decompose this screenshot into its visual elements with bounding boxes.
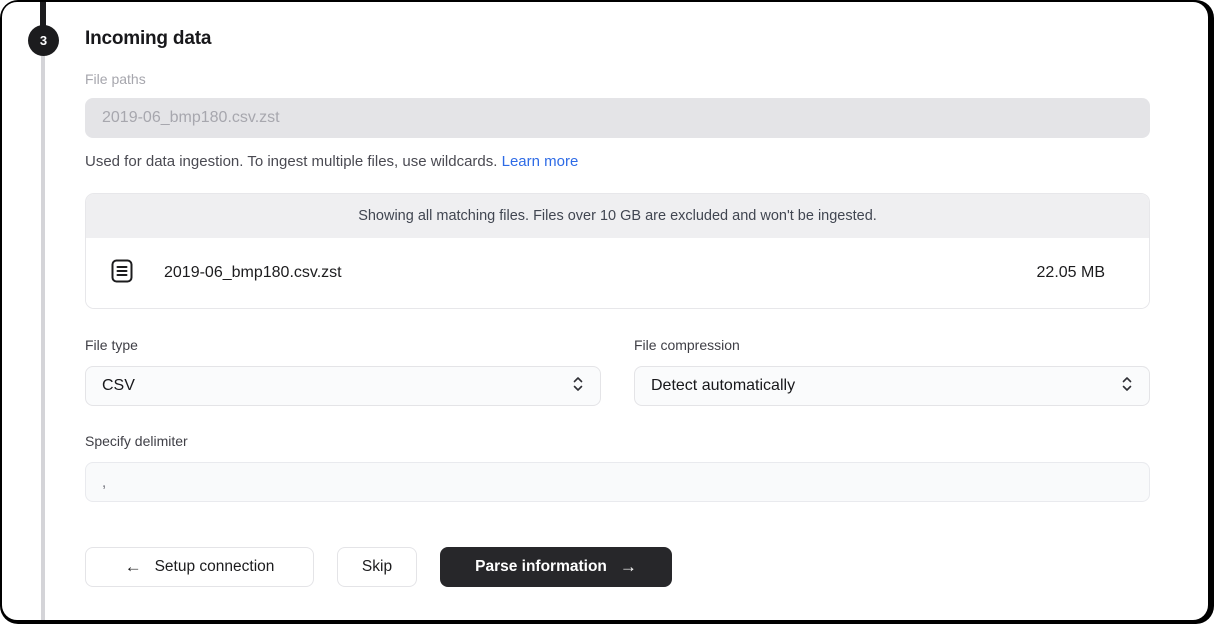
learn-more-link[interactable]: Learn more [502, 153, 579, 170]
matching-files-header: Showing all matching files. Files over 1… [86, 194, 1149, 238]
file-type-value: CSV [102, 377, 135, 395]
screenshot-frame: 3 Incoming data File paths 2019-06_bmp18… [0, 0, 1214, 624]
step-number-badge: 3 [28, 25, 59, 56]
arrow-left-icon: ← [125, 557, 142, 577]
wizard-step-panel: 3 Incoming data File paths 2019-06_bmp18… [2, 2, 1208, 620]
arrow-right-icon: → [620, 557, 637, 577]
file-type-select[interactable]: CSV [85, 366, 601, 406]
skip-label: Skip [362, 558, 392, 576]
setup-connection-label: Setup connection [155, 558, 275, 576]
file-paths-value: 2019-06_bmp180.csv.zst [102, 109, 280, 127]
matching-files-panel: Showing all matching files. Files over 1… [85, 193, 1150, 309]
delimiter-value: , [102, 474, 106, 491]
file-compression-select[interactable]: Detect automatically [634, 366, 1150, 406]
file-compression-field: File compression Detect automatically [634, 337, 1150, 406]
setup-connection-button[interactable]: ← Setup connection [85, 547, 314, 587]
step-number: 3 [40, 33, 47, 48]
file-size: 22.05 MB [1037, 264, 1105, 282]
incoming-data-form: Incoming data File paths 2019-06_bmp180.… [85, 28, 1150, 587]
chevron-updown-icon [1121, 376, 1133, 397]
file-type-label: File type [85, 337, 601, 353]
file-name: 2019-06_bmp180.csv.zst [164, 264, 342, 282]
file-paths-input[interactable]: 2019-06_bmp180.csv.zst [85, 98, 1150, 138]
delimiter-field: Specify delimiter , [85, 433, 1150, 502]
file-paths-label: File paths [85, 71, 1150, 87]
parse-information-label: Parse information [475, 558, 607, 576]
file-compression-label: File compression [634, 337, 1150, 353]
file-type-field: File type CSV [85, 337, 601, 406]
parse-information-button[interactable]: Parse information → [440, 547, 672, 587]
page-title: Incoming data [85, 28, 1150, 50]
wizard-actions: ← Setup connection Skip Parse informatio… [85, 547, 1150, 587]
delimiter-input[interactable]: , [85, 462, 1150, 502]
stepper-rail [41, 2, 45, 620]
format-options-row: File type CSV File compression [85, 337, 1150, 406]
chevron-updown-icon [572, 376, 584, 397]
file-icon [111, 258, 133, 289]
skip-button[interactable]: Skip [337, 547, 417, 587]
file-compression-value: Detect automatically [651, 377, 795, 395]
file-paths-helper: Used for data ingestion. To ingest multi… [85, 153, 1150, 170]
helper-text: Used for data ingestion. To ingest multi… [85, 153, 502, 170]
file-row: 2019-06_bmp180.csv.zst 22.05 MB [86, 238, 1149, 308]
delimiter-label: Specify delimiter [85, 433, 1150, 449]
